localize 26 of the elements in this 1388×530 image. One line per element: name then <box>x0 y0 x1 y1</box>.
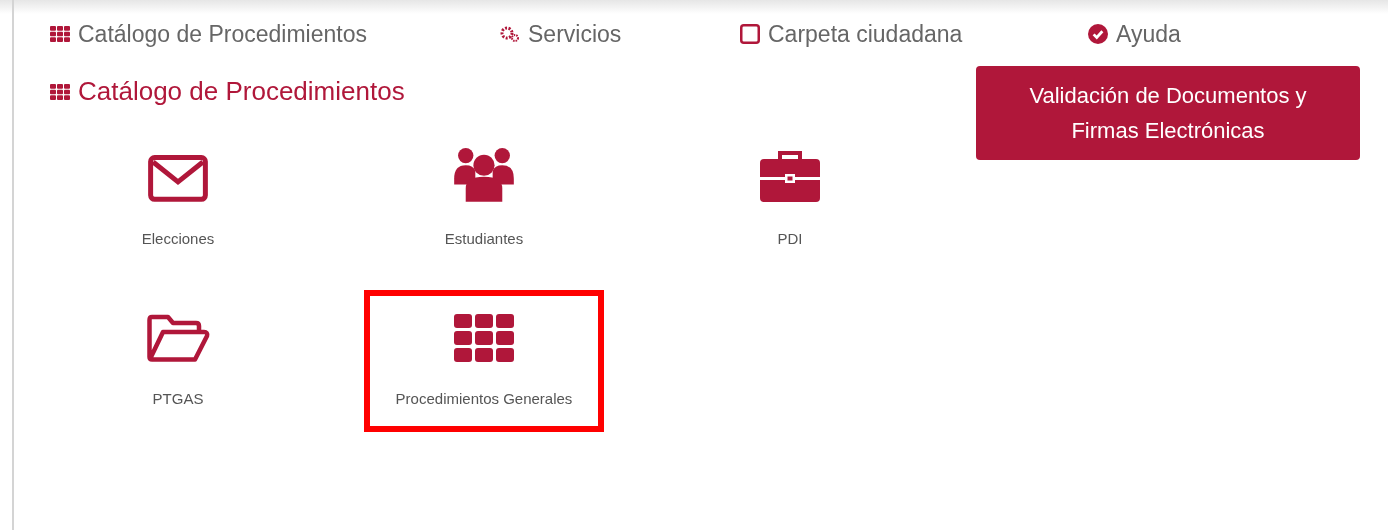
procedure-tile[interactable]: PDI <box>670 130 910 272</box>
tile-label: PDI <box>777 229 803 249</box>
grid-icon <box>50 83 70 100</box>
grid-icon <box>454 314 514 362</box>
grid-icon <box>50 26 70 42</box>
tile-label: PTGAS <box>152 389 204 409</box>
nav-link[interactable]: Carpeta ciudadana <box>740 16 1088 52</box>
section-title: Catálogo de Procedimientos <box>78 75 405 108</box>
procedure-tile[interactable]: Elecciones <box>58 130 298 272</box>
envelope-icon <box>148 155 208 202</box>
tile-label: Elecciones <box>141 229 215 249</box>
procedure-tile[interactable]: PTGAS <box>58 290 298 432</box>
nav-link[interactable]: Catálogo de Procedimientos <box>50 16 500 52</box>
tile-label: Procedimientos Generales <box>395 389 573 409</box>
cogs-icon <box>500 26 520 42</box>
folder-icon <box>146 314 210 362</box>
procedure-tile[interactable]: Estudiantes <box>364 130 604 272</box>
validation-button[interactable]: Validación de Documentos y Firmas Electrónicas <box>976 66 1360 160</box>
briefcase-icon <box>760 151 820 202</box>
users-icon <box>454 146 514 202</box>
tile-label: Estudiantes <box>444 229 524 249</box>
check-circle-icon <box>1088 24 1108 44</box>
nav-link[interactable]: Servicios <box>500 16 740 52</box>
nav-link[interactable]: Ayuda <box>1088 16 1181 52</box>
square-icon <box>740 24 760 44</box>
procedure-tile[interactable]: Procedimientos Generales <box>364 290 604 432</box>
